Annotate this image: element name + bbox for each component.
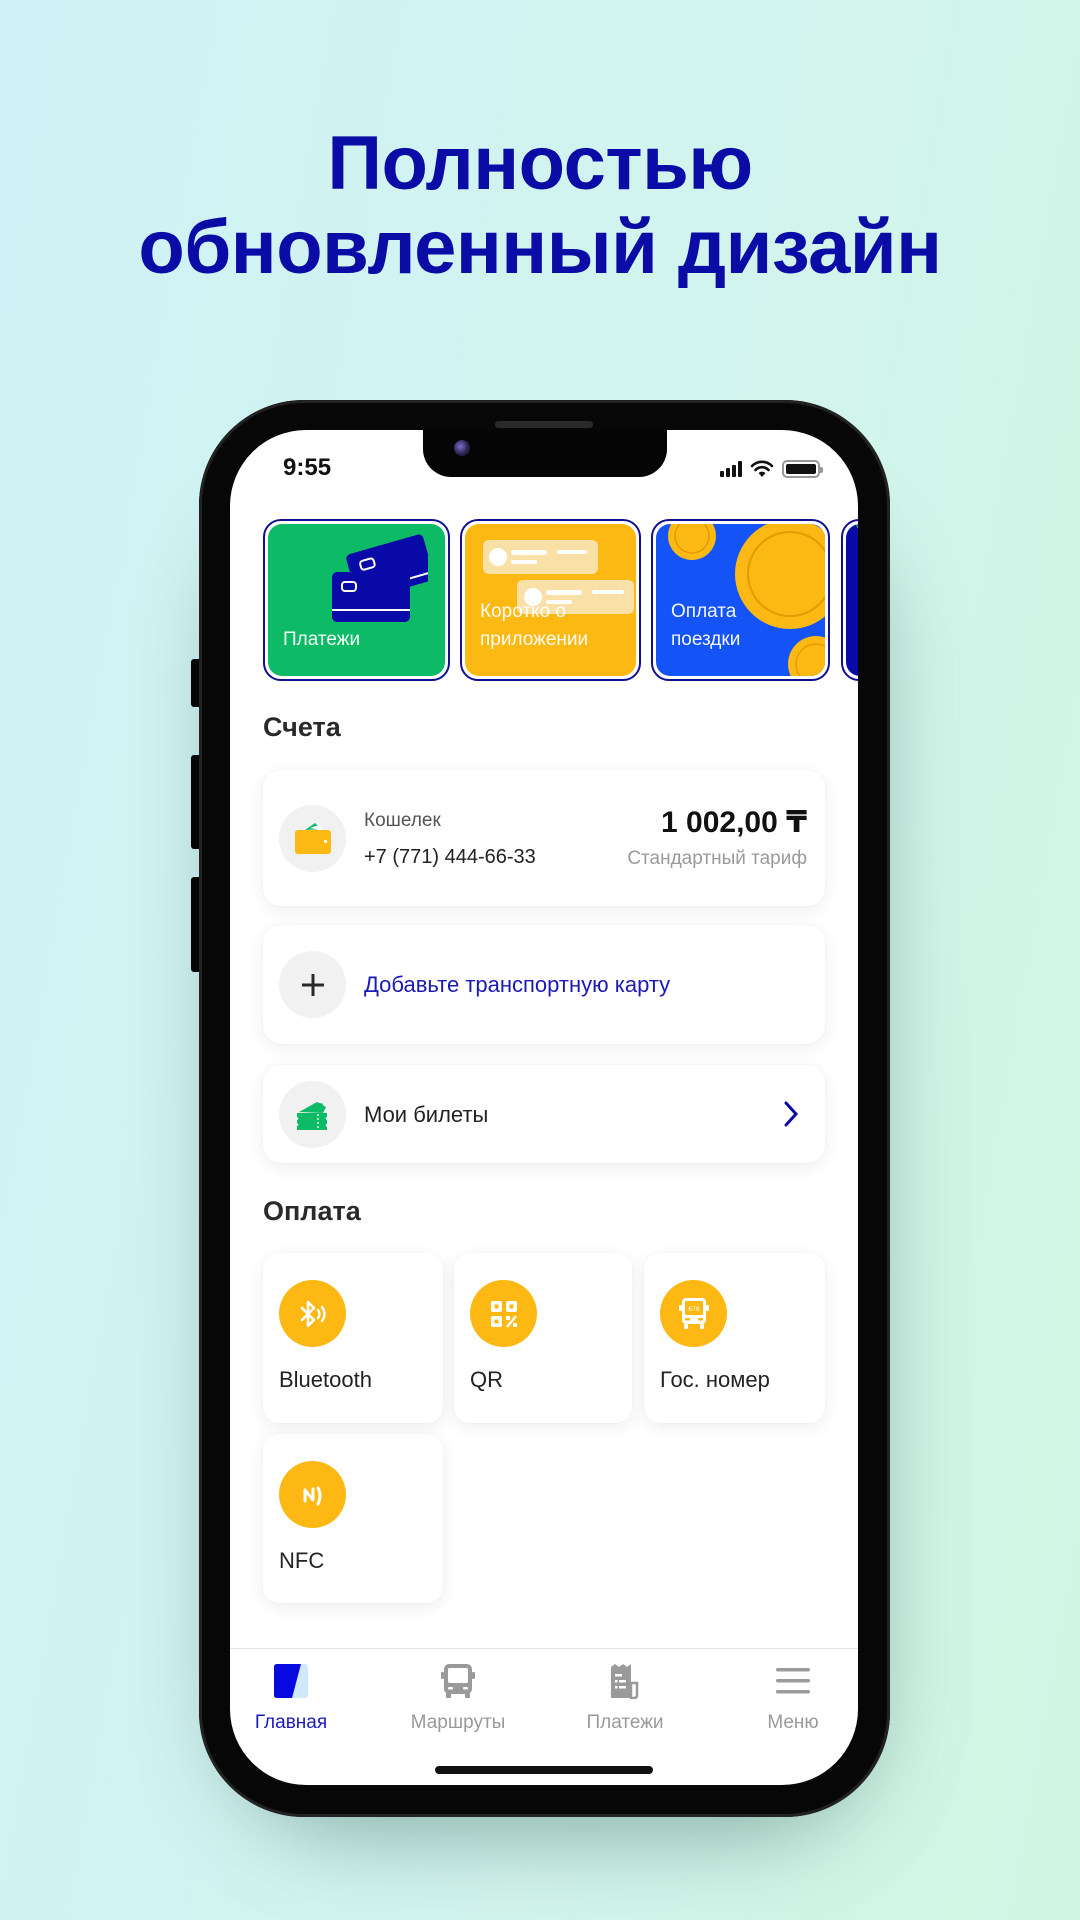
payment-method-label: QR — [470, 1367, 503, 1392]
wallet-icon-circle — [279, 805, 346, 872]
wallet-balance: 1 002,00 ₸ — [661, 806, 807, 839]
ticket-icon-circle — [279, 1081, 346, 1148]
bus-plate-icon-circle: 678 — [660, 1280, 727, 1347]
promo-title-line-1: Полностью — [327, 121, 753, 206]
story-about-app[interactable]: Коротко о приложении — [460, 519, 641, 681]
credit-cards-icon — [332, 534, 428, 622]
nav-label: Маршруты — [410, 1712, 506, 1733]
payment-method-label: Bluetooth — [279, 1367, 372, 1392]
nav-item-payments[interactable]: Платежи — [555, 1662, 695, 1734]
stories-carousel[interactable]: Платежи Коротко о приложении Оплата поез… — [263, 519, 858, 681]
payment-plate-number-tile[interactable]: 678 Гос. номер — [644, 1253, 825, 1423]
nav-label: Главная — [254, 1712, 328, 1733]
bus-plate-number: 678 — [688, 1306, 700, 1313]
wallet-icon — [294, 822, 331, 854]
nav-item-home[interactable]: Главная — [230, 1662, 361, 1734]
status-icons — [720, 458, 823, 480]
wallet-card[interactable]: Кошелек +7 (771) 444-66-33 1 002,00 ₸ Ст… — [263, 770, 825, 906]
story-trip-payment[interactable]: Оплата поездки — [651, 519, 830, 681]
status-time: 9:55 — [283, 454, 332, 481]
menu-icon — [776, 1668, 810, 1694]
nav-label: Меню — [767, 1712, 819, 1733]
chevron-right-icon — [784, 1101, 799, 1127]
promo-title: Полностью обновленный дизайн — [0, 122, 1080, 290]
receipt-icon — [611, 1664, 639, 1699]
payment-title: Оплата — [263, 1196, 361, 1226]
bus-icon — [441, 1664, 475, 1698]
phone-camera — [454, 440, 470, 456]
qr-code-icon — [490, 1300, 517, 1328]
wallet-name: Кошелек — [364, 810, 441, 831]
wallet-tariff: Стандартный тариф — [627, 848, 807, 869]
story-label: Платежи — [283, 629, 361, 650]
cellular-signal-icon — [720, 461, 742, 477]
bluetooth-icon-circle — [279, 1280, 346, 1347]
payment-method-label: Гос. номер — [660, 1367, 770, 1392]
story-label: Оплата поездки — [671, 601, 741, 650]
payment-qr-tile[interactable]: QR — [454, 1253, 632, 1423]
phone-speaker — [495, 421, 593, 428]
home-icon — [274, 1664, 308, 1698]
payment-nfc-tile[interactable]: NFC — [263, 1434, 443, 1603]
phone-screen: 9:55 Платежи Коротко о приложении Оплата… — [230, 430, 858, 1785]
plus-icon — [301, 973, 324, 996]
ticket-icon — [296, 1101, 327, 1130]
add-transport-card-button[interactable]: Добавьте транспортную карту — [263, 925, 825, 1044]
wallet-phone: +7 (771) 444-66-33 — [364, 846, 536, 868]
my-tickets-label: Мои билеты — [364, 1102, 489, 1127]
bus-plate-icon: 678 — [678, 1297, 709, 1329]
qr-icon-circle — [470, 1280, 537, 1347]
battery-icon — [782, 460, 823, 478]
payment-bluetooth-tile[interactable]: Bluetooth — [263, 1253, 443, 1423]
nav-label: Платежи — [586, 1712, 664, 1733]
story-label: Коротко о приложении — [480, 601, 589, 650]
home-indicator[interactable] — [435, 1766, 653, 1774]
story-payments[interactable]: Платежи — [263, 519, 450, 681]
promo-title-line-2: обновленный дизайн — [138, 205, 942, 290]
story-partial[interactable] — [841, 519, 858, 681]
my-tickets-button[interactable]: Мои билеты — [263, 1065, 825, 1163]
nfc-icon-circle — [279, 1461, 346, 1528]
plus-icon-circle — [279, 951, 346, 1018]
add-card-label: Добавьте транспортную карту — [364, 972, 671, 997]
bluetooth-icon — [300, 1300, 326, 1327]
nav-item-routes[interactable]: Маршруты — [388, 1662, 528, 1734]
wifi-icon — [750, 460, 774, 477]
nav-item-menu[interactable]: Меню — [723, 1662, 858, 1734]
nfc-icon — [303, 1486, 321, 1505]
accounts-title: Счета — [263, 712, 341, 742]
bottom-nav-divider — [230, 1648, 858, 1649]
payment-method-label: NFC — [279, 1548, 325, 1573]
story-decoration — [856, 524, 858, 532]
bottom-nav: Главная Маршруты Платежи Меню — [230, 1662, 858, 1734]
